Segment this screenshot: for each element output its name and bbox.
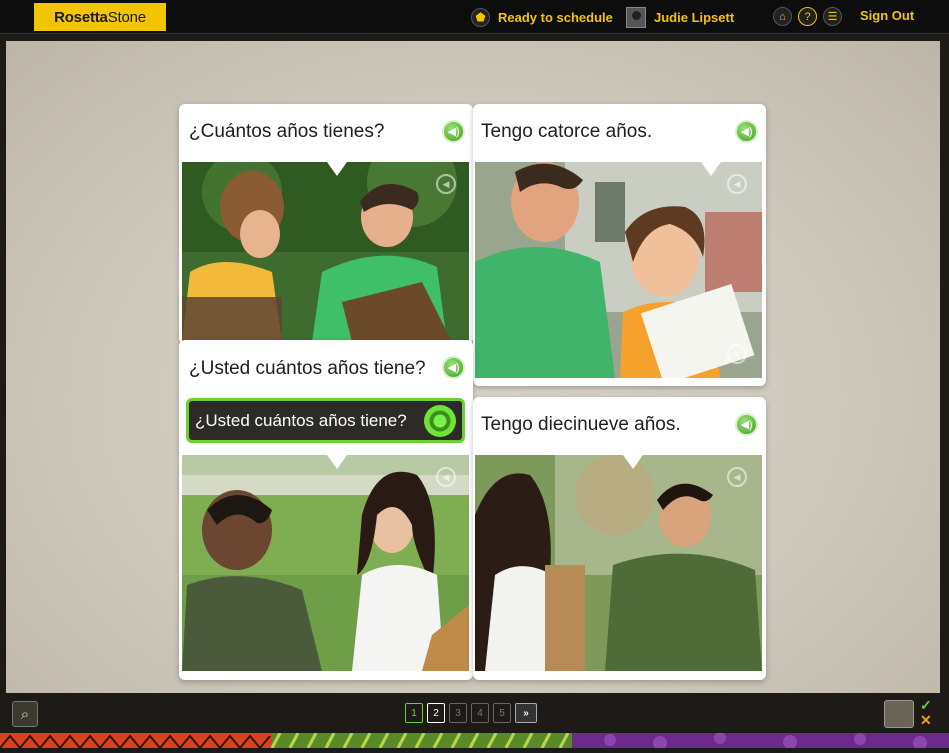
user-name: Judie Lipsett [654,9,735,25]
speech-pointer [327,455,347,469]
ghost-speaker-icon: ◀ [727,174,747,194]
panel-caption: Tengo diecinueve años. [481,414,681,435]
page-1-button[interactable]: 1 [405,703,423,723]
ghost-speaker-icon: ◀ [436,467,456,487]
panel-caption: Tengo catorce años. [481,121,653,142]
bottom-bar: ⌕ 1 2 3 4 5 » ✓ ✕ [0,697,949,733]
speech-response-bar[interactable]: ¿Usted cuántos años tiene? [186,398,465,443]
ghost-next-icon: » [727,344,747,364]
page-2-button[interactable]: 2 [427,703,445,723]
magnify-icon[interactable]: ⌕ [12,701,38,727]
response-text: ¿Usted cuántos años tiene? [195,410,407,430]
panel-3[interactable]: ¿Usted cuántos años tiene? ◀) ◀ [179,340,473,680]
pentagon-icon: ⬟ [471,7,490,27]
panel-2[interactable]: Tengo catorce años. ◀) ◀ » [473,104,766,386]
speaker-icon[interactable]: ◀) [442,356,465,379]
photo-teens-talking: ◀ [182,162,469,342]
page-3-button[interactable]: 3 [449,703,467,723]
page-4-button[interactable]: 4 [471,703,489,723]
decorative-strip [0,732,949,750]
ready-to-schedule-link[interactable]: ⬟ Ready to schedule [471,7,613,27]
top-bar: Rosetta Stone ⬟ Ready to schedule Judie L… [0,0,949,34]
speaker-icon[interactable]: ◀) [735,120,758,143]
panel-1[interactable]: ¿Cuántos años tienes? ◀) ◀ [179,104,473,344]
photo-man-and-woman-bench: ◀ [182,455,469,671]
sign-out-link[interactable]: Sign Out [860,8,914,23]
photo-young-man-smiling: ◀ [475,455,762,671]
speaker-icon[interactable]: ◀) [735,413,758,436]
speech-pointer [623,455,643,469]
microphone-icon[interactable] [424,405,456,437]
ghost-speaker-icon: ◀ [436,174,456,194]
panel-caption: ¿Cuántos años tienes? [189,121,385,142]
home-icon[interactable]: ⌂ [773,7,792,26]
x-icon: ✕ [920,712,932,728]
page-5-button[interactable]: 5 [493,703,511,723]
ready-to-schedule-label: Ready to schedule [498,9,613,25]
user-profile[interactable]: Judie Lipsett [626,6,734,28]
panel-caption: ¿Usted cuántos años tiene? [189,358,426,379]
avatar [626,6,646,28]
photo-boy-with-clipboard: ◀ » [475,162,762,378]
panel-4[interactable]: Tengo diecinueve años. ◀) ◀ [473,397,766,680]
menu-list-icon[interactable]: ☰ [823,7,842,26]
shield-icon[interactable] [884,700,914,728]
ghost-speaker-icon: ◀ [727,467,747,487]
next-page-button[interactable]: » [515,703,537,723]
pagination: 1 2 3 4 5 » [405,703,537,723]
speaker-icon[interactable]: ◀) [442,120,465,143]
speech-pointer [327,162,347,176]
rosetta-stone-logo: Rosetta Stone [34,3,166,31]
help-icon[interactable]: ? [798,7,817,26]
speech-pointer [701,162,721,176]
